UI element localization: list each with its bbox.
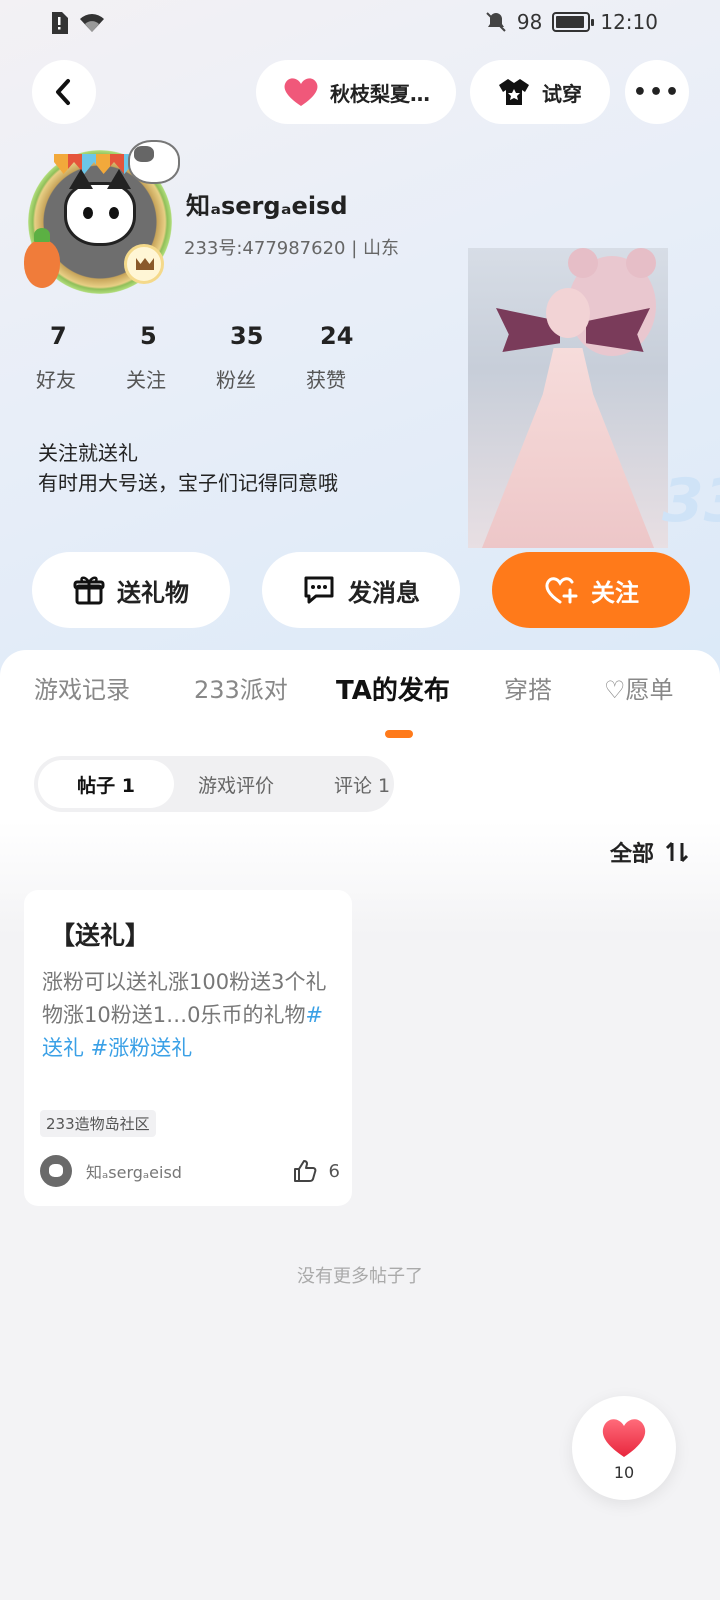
party-room-button[interactable]: 秋枝梨夏…: [256, 60, 456, 124]
thumbs-up-icon: [293, 1160, 316, 1182]
post-author[interactable]: 知ₐsergₐeisd: [86, 1159, 293, 1183]
profile-tabs: 游戏记录 233派对 TA的发布 穿搭 ♡愿单: [0, 670, 720, 730]
clock: 12:10: [600, 10, 658, 34]
fab-like-count: 10: [613, 1462, 635, 1482]
bio-line: 有时用大号送，宝子们记得同意哦: [38, 471, 338, 495]
party-room-label: 秋枝梨夏…: [330, 81, 430, 106]
user-location: 山东: [363, 238, 400, 259]
like-fab[interactable]: 10: [572, 1396, 676, 1500]
author-avatar[interactable]: [40, 1155, 72, 1187]
sort-label: 全部: [609, 842, 654, 867]
stat-likes[interactable]: 24 获赞: [306, 322, 396, 393]
mute-bell-icon: [486, 12, 506, 32]
wifi-icon: [80, 14, 104, 32]
send-gift-label: 送礼物: [117, 578, 189, 607]
subtab-comments[interactable]: 评论 1: [334, 756, 390, 812]
back-button[interactable]: [32, 60, 96, 124]
send-gift-button[interactable]: 送礼物: [32, 552, 230, 628]
heart-icon: [284, 78, 318, 106]
follow-button[interactable]: 关注: [492, 552, 690, 628]
like-button[interactable]: 6: [293, 1159, 340, 1183]
sort-dropdown[interactable]: 全部: [610, 836, 690, 868]
sim-alert-icon: [52, 12, 68, 34]
bio-line: 关注就送礼: [38, 441, 138, 465]
stat-label: 关注: [126, 368, 166, 392]
gift-icon: [73, 576, 105, 605]
tab-posts[interactable]: TA的发布: [336, 670, 450, 707]
profile-avatar[interactable]: [20, 140, 180, 300]
dress-figure: [478, 348, 658, 548]
send-message-label: 发消息: [348, 578, 420, 607]
stat-label: 好友: [36, 368, 76, 392]
chevron-left-icon: [56, 79, 70, 105]
stat-value: 35: [230, 322, 264, 350]
post-title: 【送礼】: [50, 921, 151, 950]
stat-label: 获赞: [306, 368, 346, 392]
background-233-decoration: 33: [662, 466, 720, 536]
stat-value: 24: [320, 322, 354, 350]
community-chip[interactable]: 233造物岛社区: [40, 1110, 156, 1137]
tab-game-records[interactable]: 游戏记录: [34, 670, 130, 705]
no-more-posts: 没有更多帖子了: [297, 1266, 423, 1287]
subtab-posts[interactable]: 帖子 1: [38, 760, 174, 808]
character-head: [546, 288, 590, 338]
profile-stats: 7 好友 5 关注 35 粉丝 24 获赞: [36, 322, 396, 393]
kitty-decoration: [128, 140, 180, 184]
stat-friends[interactable]: 7 好友: [36, 322, 126, 393]
post-card[interactable]: 【送礼】 涨粉可以送礼涨100粉送3个礼物涨10粉送1…0乐币的礼物#送礼 #涨…: [24, 890, 352, 1206]
subtab-game-reviews[interactable]: 游戏评价: [198, 756, 274, 812]
stat-fans[interactable]: 35 粉丝: [216, 322, 306, 393]
character-avatar-image[interactable]: [468, 248, 668, 548]
follow-label: 关注: [591, 578, 639, 607]
stat-value: 5: [140, 322, 157, 350]
like-count: 6: [328, 1160, 340, 1182]
carrot-decoration: [24, 228, 60, 288]
tab-233-party[interactable]: 233派对: [194, 670, 288, 705]
send-message-button[interactable]: 发消息: [262, 552, 460, 628]
battery-percent: 98: [516, 10, 543, 34]
crown-badge-icon: [124, 244, 164, 284]
user-id: 233号:477987620: [184, 238, 346, 259]
more-dots-icon: •••: [632, 79, 682, 105]
chat-bubble-icon: [304, 576, 334, 604]
tab-outfits[interactable]: 穿搭: [504, 670, 552, 705]
heart-plus-icon: [545, 577, 578, 604]
heart-icon: [602, 1418, 646, 1457]
stat-following[interactable]: 5 关注: [126, 322, 216, 393]
stat-label: 粉丝: [216, 368, 256, 392]
user-id-location: 233号:477987620 | 山东: [184, 234, 399, 260]
sort-arrows-icon: [665, 841, 689, 863]
post-text: 涨粉可以送礼涨100粉送3个礼物涨10粉送1…0乐币的礼物: [42, 970, 327, 1027]
battery-icon: [552, 12, 595, 32]
post-body: 涨粉可以送礼涨100粉送3个礼物涨10粉送1…0乐币的礼物#送礼 #涨粉送礼: [42, 966, 342, 1065]
active-tab-indicator: [385, 730, 413, 738]
profile-bio: 关注就送礼 有时用大号送，宝子们记得同意哦: [38, 438, 338, 498]
more-button[interactable]: •••: [625, 60, 689, 124]
post-subtabs: 帖子 1 游戏评价 评论 1: [34, 756, 394, 812]
username: 知ₐsergₐeisd: [186, 192, 348, 220]
tab-wishlist[interactable]: ♡愿单: [604, 670, 674, 705]
status-bar: 98 12:10: [0, 0, 720, 48]
tshirt-icon: [499, 79, 529, 105]
stat-value: 7: [50, 322, 67, 350]
info-divider: |: [351, 238, 364, 259]
post-footer: 知ₐsergₐeisd 6: [40, 1154, 340, 1188]
try-on-label: 试穿: [542, 81, 582, 106]
cat-avatar-icon: [64, 169, 136, 246]
try-on-button[interactable]: 试穿: [470, 60, 610, 124]
